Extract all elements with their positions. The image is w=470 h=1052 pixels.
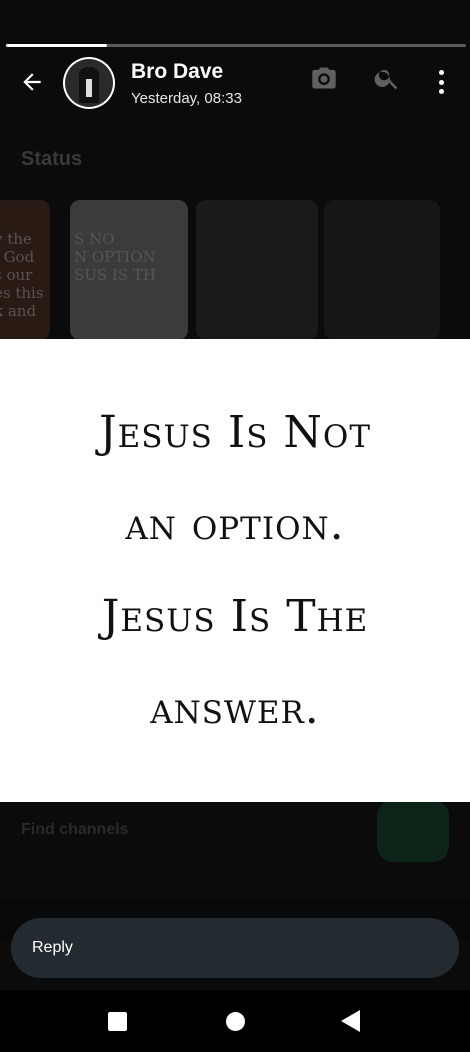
quote-line: an option. bbox=[125, 498, 345, 550]
background-section-title: Status bbox=[21, 148, 83, 170]
background-status-cards: y the l God s our es this k and S NO N O… bbox=[0, 200, 470, 340]
background-card bbox=[324, 200, 440, 340]
quote-line: Jesus is not bbox=[98, 406, 372, 458]
quote-line: answer. bbox=[150, 682, 320, 734]
status-timestamp: Yesterday, 08:33 bbox=[131, 90, 242, 107]
back-button[interactable] bbox=[14, 64, 50, 100]
background-card bbox=[196, 200, 318, 340]
more-vertical-icon bbox=[438, 70, 444, 75]
more-options-button[interactable] bbox=[428, 66, 454, 98]
background-card-text: y the l God s our es this k and bbox=[0, 230, 44, 320]
background-card-text: S NO N OPTION SUS IS TH bbox=[74, 230, 157, 284]
avatar-image bbox=[65, 59, 113, 107]
status-image[interactable]: Jesus is not an option. Jesus is the ans… bbox=[0, 339, 470, 802]
reply-input[interactable]: Reply bbox=[11, 918, 459, 978]
camera-icon bbox=[310, 64, 338, 97]
arrow-left-icon bbox=[23, 73, 41, 91]
home-icon[interactable] bbox=[226, 1012, 245, 1031]
status-progress-bar bbox=[6, 44, 466, 47]
status-progress-fill bbox=[6, 44, 108, 47]
reply-label: Reply bbox=[32, 939, 73, 956]
background-card: y the l God s our es this k and bbox=[0, 200, 50, 340]
background-card: S NO N OPTION SUS IS TH bbox=[70, 200, 188, 340]
avatar[interactable] bbox=[63, 57, 115, 109]
recents-icon[interactable] bbox=[108, 1012, 127, 1031]
system-navigation-bar bbox=[0, 990, 470, 1052]
contact-name[interactable]: Bro Dave bbox=[131, 60, 223, 84]
search-icon bbox=[373, 64, 401, 97]
system-back-icon[interactable] bbox=[341, 1010, 360, 1032]
background-find-channels: Find channels bbox=[21, 821, 129, 838]
background-camera-fab bbox=[377, 800, 449, 862]
quote-line: Jesus is the bbox=[101, 590, 369, 642]
